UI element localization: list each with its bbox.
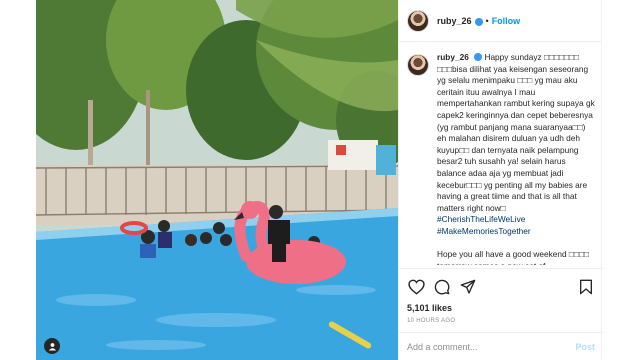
post-photo-image: [36, 0, 398, 360]
comment-button[interactable]: [433, 278, 451, 296]
header-separator: •: [485, 15, 489, 26]
verified-badge-icon: [474, 17, 483, 26]
comment-input[interactable]: [407, 341, 576, 352]
post-header: ruby_26 • Follow: [399, 0, 601, 42]
comment-icon: [434, 279, 450, 295]
share-button[interactable]: [459, 278, 477, 296]
post-comment-button[interactable]: Post: [575, 342, 595, 352]
post-actions: 5,101 likes 10 HOURS AGO: [399, 268, 603, 324]
post-caption: ruby_26 Happy sundayz □□□□□□□ □□□bisa di…: [399, 52, 603, 265]
save-button[interactable]: [577, 278, 595, 296]
caption-body-continued: Hope you all have a good weekend □□□□ to…: [437, 249, 589, 265]
post-timestamp[interactable]: 10 HOURS AGO: [407, 318, 595, 324]
header-username[interactable]: ruby_26: [437, 16, 472, 26]
heart-icon: [407, 279, 425, 295]
caption-avatar[interactable]: [407, 54, 429, 76]
caption-username[interactable]: ruby_26: [437, 52, 469, 62]
like-button[interactable]: [407, 278, 425, 296]
post-photo[interactable]: [36, 0, 398, 360]
hashtag-link[interactable]: #MakeMemoriesTogether: [437, 226, 531, 236]
hashtag-link[interactable]: #CherishTheLifeWeLive: [437, 214, 525, 224]
user-tag-icon: [48, 342, 56, 351]
follow-button[interactable]: Follow: [492, 16, 521, 26]
post-details-panel: ruby_26 • Follow ruby_26 Happy sundayz □…: [398, 0, 603, 360]
user-tag-button[interactable]: [44, 338, 60, 354]
caption-text: ruby_26 Happy sundayz □□□□□□□ □□□bisa di…: [437, 52, 595, 265]
bookmark-icon: [580, 279, 592, 295]
share-icon: [460, 279, 476, 294]
caption-verified-badge-icon: [474, 53, 483, 61]
caption-body: Happy sundayz □□□□□□□ □□□bisa dilihat ya…: [437, 52, 598, 213]
action-icon-row: [407, 277, 595, 297]
likes-count[interactable]: 5,101 likes: [407, 303, 595, 313]
comment-box: Post: [399, 332, 603, 360]
avatar[interactable]: [407, 9, 429, 32]
